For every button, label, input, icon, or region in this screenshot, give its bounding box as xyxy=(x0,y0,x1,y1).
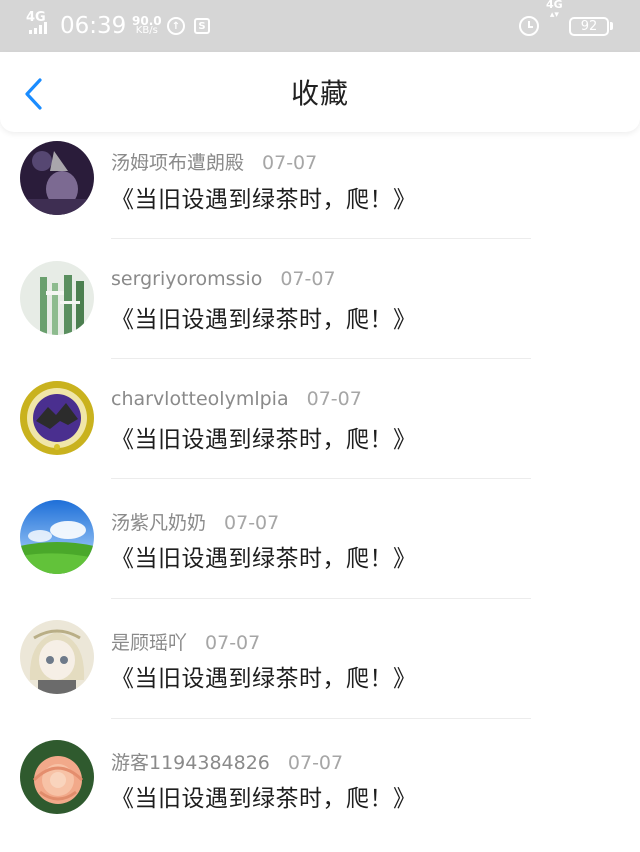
list-item[interactable]: charvlotteolymlpia 07-07 《当旧设遇到绿茶时，爬！》 xyxy=(0,372,640,492)
alarm-icon xyxy=(519,0,539,52)
post-date: 07-07 xyxy=(280,268,336,290)
item-meta: 是顾瑶吖 07-07 xyxy=(111,628,260,655)
divider xyxy=(111,598,531,599)
item-meta: 汤姆项布遭朗殿 07-07 xyxy=(111,148,317,175)
notification-icon: ↑ xyxy=(167,0,185,52)
author-name[interactable]: 汤紫凡奶奶 xyxy=(111,512,206,534)
author-name[interactable]: 游客1194384826 xyxy=(111,752,270,774)
status-bar: 4G 06:39 90.0 KB/s ↑ S 4G ▴▾ 92 xyxy=(0,0,640,52)
post-title[interactable]: 《当旧设遇到绿茶时，爬！》 xyxy=(111,659,417,693)
network-type-right: 4G xyxy=(546,0,563,11)
app-notification-icon: S xyxy=(194,0,210,52)
avatar[interactable] xyxy=(20,740,94,814)
divider xyxy=(111,238,531,239)
divider xyxy=(111,718,531,719)
divider xyxy=(111,358,531,359)
post-title[interactable]: 《当旧设遇到绿茶时，爬！》 xyxy=(111,300,417,334)
item-meta: charvlotteolymlpia 07-07 xyxy=(111,388,362,410)
avatar[interactable] xyxy=(20,620,94,694)
item-meta: 汤紫凡奶奶 07-07 xyxy=(111,508,279,535)
author-name[interactable]: sergriyoromssio xyxy=(111,268,262,290)
divider xyxy=(111,478,531,479)
post-title[interactable]: 《当旧设遇到绿茶时，爬！》 xyxy=(111,539,417,573)
post-title[interactable]: 《当旧设遇到绿茶时，爬！》 xyxy=(111,779,417,813)
avatar[interactable] xyxy=(20,141,94,215)
list-item[interactable]: 游客1194384826 07-07 《当旧设遇到绿茶时，爬！》 xyxy=(0,732,640,852)
battery-indicator: 92 xyxy=(569,0,613,52)
list-item[interactable]: 汤姆项布遭朗殿 07-07 《当旧设遇到绿茶时，爬！》 xyxy=(0,132,640,252)
navigation-bar: 收藏 xyxy=(0,52,640,132)
list-item[interactable]: sergriyoromssio 07-07 《当旧设遇到绿茶时，爬！》 xyxy=(0,252,640,372)
post-date: 07-07 xyxy=(224,512,280,534)
author-name[interactable]: 是顾瑶吖 xyxy=(111,632,187,654)
network-speed: 90.0 KB/s xyxy=(132,0,162,52)
author-name[interactable]: charvlotteolymlpia xyxy=(111,388,289,410)
mobile-data-indicator: 4G ▴▾ xyxy=(546,0,563,20)
page-title: 收藏 xyxy=(290,77,349,110)
avatar[interactable] xyxy=(20,500,94,574)
author-name[interactable]: 汤姆项布遭朗殿 xyxy=(111,152,244,174)
post-date: 07-07 xyxy=(287,752,344,774)
post-date: 07-07 xyxy=(306,388,362,410)
post-title[interactable]: 《当旧设遇到绿茶时，爬！》 xyxy=(111,420,417,454)
post-date: 07-07 xyxy=(205,632,261,654)
battery-level: 92 xyxy=(569,16,609,36)
signal-icon xyxy=(29,22,47,34)
avatar[interactable] xyxy=(20,381,94,455)
list-item[interactable]: 汤紫凡奶奶 07-07 《当旧设遇到绿茶时，爬！》 xyxy=(0,492,640,612)
clock: 06:39 xyxy=(60,13,127,39)
item-meta: 游客1194384826 07-07 xyxy=(111,748,343,775)
avatar[interactable] xyxy=(20,261,94,335)
battery-icon xyxy=(610,22,613,30)
list-item[interactable]: 是顾瑶吖 07-07 《当旧设遇到绿茶时，爬！》 xyxy=(0,612,640,732)
item-meta: sergriyoromssio 07-07 xyxy=(111,268,336,290)
post-date: 07-07 xyxy=(262,152,318,174)
network-speed-unit: KB/s xyxy=(135,25,158,36)
post-title[interactable]: 《当旧设遇到绿茶时，爬！》 xyxy=(111,180,417,214)
